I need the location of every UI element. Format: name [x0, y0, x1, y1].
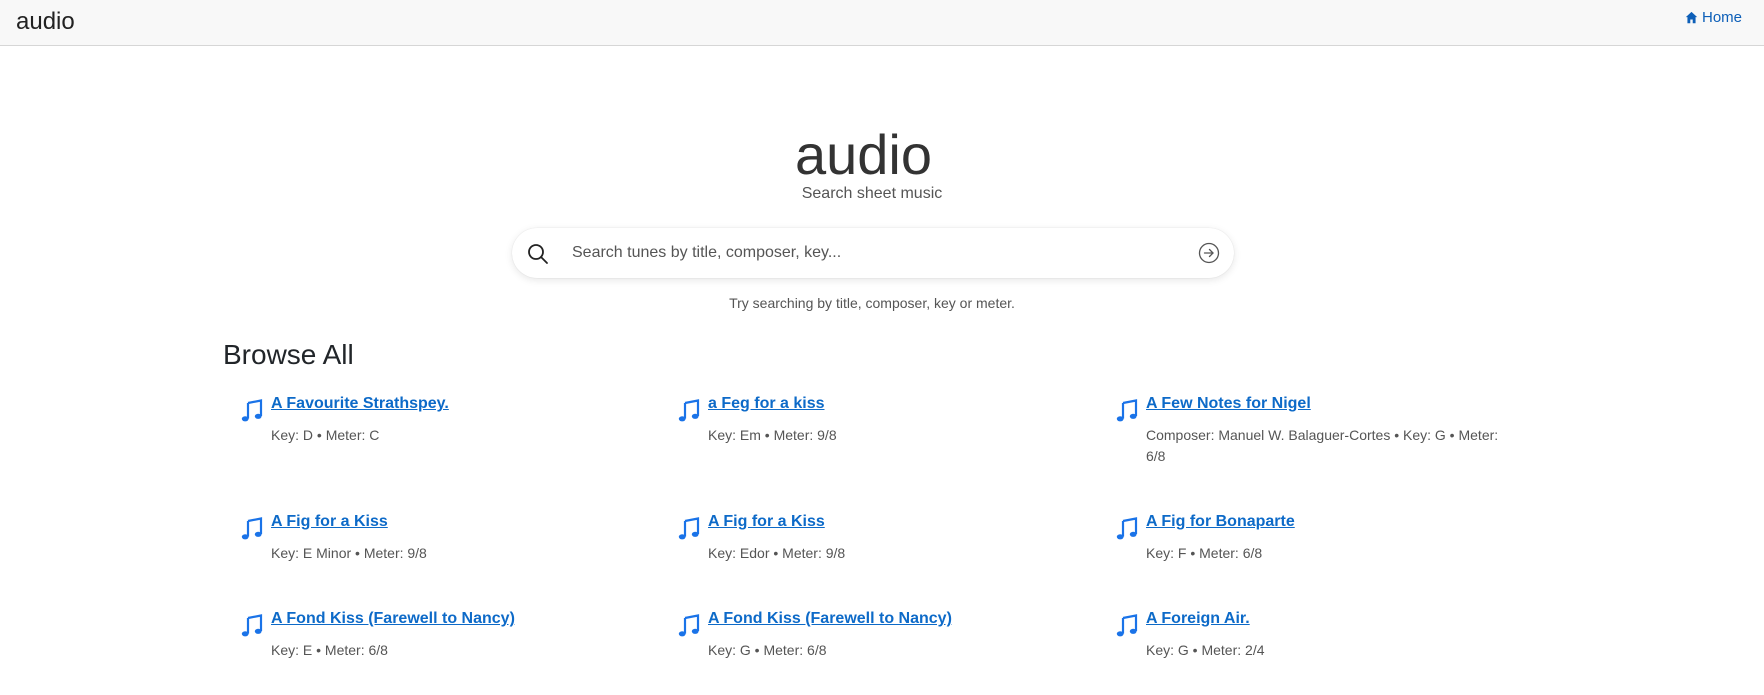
tune-title-link[interactable]: A Few Notes for Nigel	[1146, 395, 1311, 413]
home-label: Home	[1701, 9, 1742, 26]
tune-title-link[interactable]: A Fond Kiss (Farewell to Nancy)	[708, 610, 952, 628]
audio-logo-large: audio	[795, 123, 932, 178]
tune-title-link[interactable]: a Feg for a kiss	[708, 395, 825, 413]
top-navbar: audio Home	[0, 0, 1764, 46]
tune-meta: Composer: Manuel W. Balaguer-Cortes • Ke…	[1146, 427, 1499, 464]
tune-title-link[interactable]: A Fig for Bonaparte	[1146, 513, 1295, 531]
tune-title-link[interactable]: A Fig for a Kiss	[271, 513, 388, 531]
audio-logo-small[interactable]: audio	[16, 0, 96, 34]
search-box	[512, 228, 1234, 278]
arrow-right-circle-icon[interactable]	[1198, 242, 1220, 264]
music-note-icon	[678, 517, 700, 540]
svg-text:audio: audio	[16, 8, 75, 34]
music-note-icon	[1116, 517, 1138, 540]
search-icon	[528, 244, 548, 264]
tune-meta: Key: E • Meter: 6/8	[271, 642, 388, 658]
browse-heading: Browse All	[223, 339, 354, 370]
tune-title-link[interactable]: A Fig for a Kiss	[708, 513, 825, 531]
tune-meta: Key: D • Meter: C	[271, 427, 380, 443]
tagline: Search sheet music	[801, 185, 943, 202]
tune-meta: Key: Em • Meter: 9/8	[708, 427, 837, 443]
search-hint: Try searching by title, composer, key or…	[729, 295, 1015, 311]
tune-grid: A Favourite Strathspey. Key: D • Meter: …	[240, 395, 1530, 695]
music-note-icon	[1116, 399, 1138, 422]
music-note-icon	[678, 614, 700, 637]
tune-meta: Key: E Minor • Meter: 9/8	[271, 545, 427, 561]
music-note-icon	[241, 399, 263, 422]
tune-title-link[interactable]: A Favourite Strathspey.	[271, 395, 449, 413]
tune-meta: Key: Edor • Meter: 9/8	[708, 545, 846, 561]
music-note-icon	[241, 517, 263, 540]
tune-title-link[interactable]: A Foreign Air.	[1146, 610, 1250, 628]
music-note-icon	[678, 399, 700, 422]
music-note-icon	[241, 614, 263, 637]
search-input[interactable]	[572, 238, 1172, 268]
home-link[interactable]: Home	[1685, 9, 1742, 26]
music-note-icon	[1116, 614, 1138, 637]
house-icon	[1685, 11, 1698, 24]
tune-meta: Key: F • Meter: 6/8	[1146, 545, 1263, 561]
tune-meta: Key: G • Meter: 6/8	[708, 642, 827, 658]
tune-title-link[interactable]: A Fond Kiss (Farewell to Nancy)	[271, 610, 515, 628]
tune-meta: Key: G • Meter: 2/4	[1146, 642, 1265, 658]
svg-text:audio: audio	[795, 123, 932, 178]
